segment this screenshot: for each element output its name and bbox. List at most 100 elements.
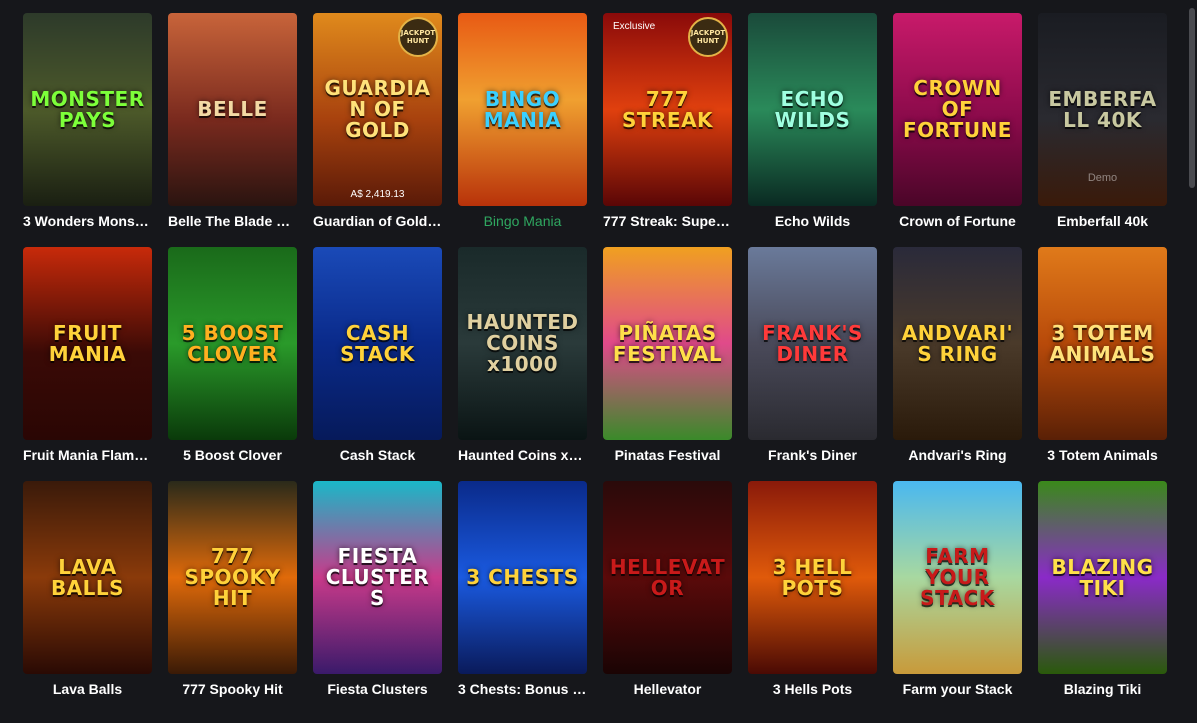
game-title[interactable]: Crown of Fortune [893, 206, 1022, 239]
game-title[interactable]: Blazing Tiki [1038, 674, 1167, 707]
game-tile[interactable]: BELLE Belle The Blade H… [168, 13, 297, 239]
game-thumbnail[interactable]: 3 HELL POTS [748, 481, 877, 674]
game-tile[interactable]: 777 SPOOKY HIT 777 Spooky Hit [168, 481, 297, 707]
game-thumbnail[interactable]: FIESTA CLUSTERS [313, 481, 442, 674]
game-title[interactable]: Farm your Stack [893, 674, 1022, 707]
game-logo-art: FARM YOUR STACK [920, 544, 995, 610]
game-tile[interactable]: FRANK'S DINER Frank's Diner [748, 247, 877, 473]
game-logo-art: ECHO WILDS [774, 86, 851, 132]
game-logo-art: CASH STACK [340, 320, 415, 366]
game-title[interactable]: 3 Wonders Monst… [23, 206, 152, 239]
game-thumbnail[interactable]: FRANK'S DINER [748, 247, 877, 440]
game-thumbnail[interactable]: 777 STREAK JACKPOT HUNT Exclusive [603, 13, 732, 206]
game-title[interactable]: Fruit Mania Flami… [23, 440, 152, 473]
game-thumbnail[interactable]: HAUNTED COINS x1000 [458, 247, 587, 440]
game-tile[interactable]: LAVA BALLS Lava Balls [23, 481, 152, 707]
game-logo-art: FRUIT MANIA [48, 320, 127, 366]
jackpot-hunt-badge: JACKPOT HUNT [398, 17, 438, 57]
game-title[interactable]: 777 Streak: Super… [603, 206, 732, 239]
game-tile[interactable]: 3 CHESTS 3 Chests: Bonus C… [458, 481, 587, 707]
game-title[interactable]: Pinatas Festival [603, 440, 732, 473]
game-tile[interactable]: HAUNTED COINS x1000 Haunted Coins x1… [458, 247, 587, 473]
game-thumbnail[interactable]: FARM YOUR STACK [893, 481, 1022, 674]
jackpot-hunt-badge: JACKPOT HUNT [688, 17, 728, 57]
game-thumbnail[interactable]: BINGO MANIA [458, 13, 587, 206]
game-tile[interactable]: CROWN OF FORTUNE Crown of Fortune [893, 13, 1022, 239]
game-tile[interactable]: PIÑATAS FESTIVAL Pinatas Festival [603, 247, 732, 473]
game-title[interactable]: Lava Balls [23, 674, 152, 707]
game-tile[interactable]: HELLEVATOR Hellevator [603, 481, 732, 707]
game-tile[interactable]: CASH STACK Cash Stack [313, 247, 442, 473]
game-tile[interactable]: EMBERFALL 40K Demo Emberfall 40k [1038, 13, 1167, 239]
game-title[interactable]: 3 Totem Animals [1038, 440, 1167, 473]
game-logo-art: MONSTER PAYS [30, 86, 145, 132]
game-tile[interactable]: ECHO WILDS Echo Wilds [748, 13, 877, 239]
game-tile[interactable]: FARM YOUR STACK Farm your Stack [893, 481, 1022, 707]
game-title[interactable]: Emberfall 40k [1038, 206, 1167, 239]
game-tile[interactable]: 5 BOOST CLOVER 5 Boost Clover [168, 247, 297, 473]
game-tile[interactable]: FRUIT MANIA Fruit Mania Flami… [23, 247, 152, 473]
jackpot-amount: A$ 2,419.13 [350, 189, 405, 200]
game-logo-art: BELLE [197, 97, 268, 121]
game-logo-art: 3 TOTEM ANIMALS [1049, 320, 1156, 366]
game-logo-art: PIÑATAS FESTIVAL [612, 320, 723, 366]
game-thumbnail[interactable]: 3 CHESTS [458, 481, 587, 674]
game-thumbnail[interactable]: LAVA BALLS [23, 481, 152, 674]
game-thumbnail[interactable]: ECHO WILDS [748, 13, 877, 206]
game-logo-art: 777 SPOOKY HIT [184, 544, 281, 610]
game-logo-art: BINGO MANIA [483, 86, 562, 132]
game-logo-art: FIESTA CLUSTERS [325, 544, 430, 610]
demo-label: Demo [1087, 172, 1118, 184]
game-title[interactable]: Haunted Coins x1… [458, 440, 587, 473]
game-title[interactable]: Fiesta Clusters [313, 674, 442, 707]
game-thumbnail[interactable]: 777 SPOOKY HIT [168, 481, 297, 674]
game-title[interactable]: 3 Hells Pots [748, 674, 877, 707]
game-thumbnail[interactable]: FRUIT MANIA [23, 247, 152, 440]
game-thumbnail[interactable]: 5 BOOST CLOVER [168, 247, 297, 440]
game-thumbnail[interactable]: 3 TOTEM ANIMALS [1038, 247, 1167, 440]
game-title[interactable]: Frank's Diner [748, 440, 877, 473]
scrollbar-thumb[interactable] [1189, 8, 1195, 188]
game-tile[interactable]: BLAZING TIKI Blazing Tiki [1038, 481, 1167, 707]
game-logo-art: CROWN OF FORTUNE [903, 76, 1012, 142]
game-thumbnail[interactable]: MONSTER PAYS [23, 13, 152, 206]
game-logo-art: 3 HELL POTS [772, 554, 853, 600]
game-title[interactable]: Belle The Blade H… [168, 206, 297, 239]
game-logo-art: 5 BOOST CLOVER [181, 320, 284, 366]
game-tile[interactable]: 3 HELL POTS 3 Hells Pots [748, 481, 877, 707]
game-tile[interactable]: BINGO MANIA Bingo Mania [458, 13, 587, 239]
game-tile[interactable]: GUARDIAN OF GOLD JACKPOT HUNT A$ 2,419.13 G… [313, 13, 442, 239]
game-tile[interactable]: 777 STREAK JACKPOT HUNT Exclusive 777 Strea… [603, 13, 732, 239]
game-title[interactable]: Cash Stack [313, 440, 442, 473]
game-title[interactable]: Andvari's Ring [893, 440, 1022, 473]
game-tile[interactable]: FIESTA CLUSTERS Fiesta Clusters [313, 481, 442, 707]
game-thumbnail[interactable]: CASH STACK [313, 247, 442, 440]
game-logo-art: LAVA BALLS [50, 554, 125, 600]
game-title[interactable]: 777 Spooky Hit [168, 674, 297, 707]
game-logo-art: 3 CHESTS [466, 565, 579, 589]
game-thumbnail[interactable]: HELLEVATOR [603, 481, 732, 674]
game-logo-art: FRANK'S DINER [762, 320, 863, 366]
game-thumbnail[interactable]: PIÑATAS FESTIVAL [603, 247, 732, 440]
game-thumbnail[interactable]: CROWN OF FORTUNE [893, 13, 1022, 206]
game-title[interactable]: Bingo Mania [458, 206, 587, 239]
game-thumbnail[interactable]: EMBERFALL 40K Demo [1038, 13, 1167, 206]
game-logo-art: HELLEVATOR [609, 554, 726, 600]
game-title[interactable]: 5 Boost Clover [168, 440, 297, 473]
game-thumbnail[interactable]: BLAZING TIKI [1038, 481, 1167, 674]
game-logo-art: HAUNTED COINS x1000 [466, 310, 579, 376]
game-thumbnail[interactable]: ANDVARI'S RING [893, 247, 1022, 440]
game-title[interactable]: Echo Wilds [748, 206, 877, 239]
game-tile[interactable]: MONSTER PAYS 3 Wonders Monst… [23, 13, 152, 239]
game-logo-art: GUARDIAN OF GOLD [324, 76, 431, 142]
game-logo-art: ANDVARI'S RING [901, 320, 1014, 366]
game-logo-art: BLAZING TIKI [1051, 554, 1154, 600]
game-title[interactable]: Guardian of Gold: … [313, 206, 442, 239]
game-title[interactable]: Hellevator [603, 674, 732, 707]
exclusive-badge: Exclusive [613, 21, 656, 32]
game-tile[interactable]: 3 TOTEM ANIMALS 3 Totem Animals [1038, 247, 1167, 473]
game-thumbnail[interactable]: GUARDIAN OF GOLD JACKPOT HUNT A$ 2,419.13 [313, 13, 442, 206]
game-thumbnail[interactable]: BELLE [168, 13, 297, 206]
game-title[interactable]: 3 Chests: Bonus C… [458, 674, 587, 707]
game-tile[interactable]: ANDVARI'S RING Andvari's Ring [893, 247, 1022, 473]
